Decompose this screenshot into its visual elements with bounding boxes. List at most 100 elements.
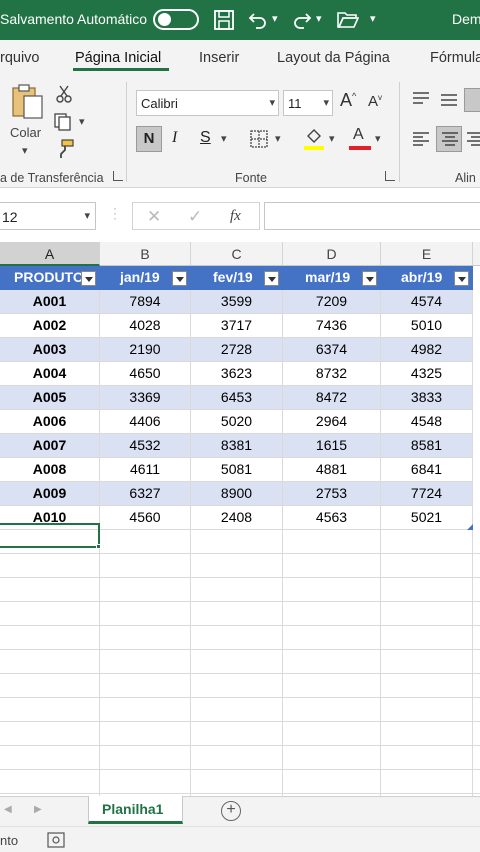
selected-cell[interactable]	[0, 523, 100, 548]
filter-dropdown-icon[interactable]	[362, 271, 377, 286]
table-cell[interactable]: 4560	[100, 506, 191, 530]
table-cell[interactable]: 4532	[100, 434, 191, 458]
table-cell[interactable]: 2190	[100, 338, 191, 362]
table-cell[interactable]: 7209	[283, 290, 381, 314]
bold-button[interactable]: N	[136, 126, 162, 152]
accessibility-icon[interactable]	[47, 832, 65, 848]
table-cell[interactable]: 5021	[381, 506, 473, 530]
column-header-e[interactable]: E	[381, 242, 473, 266]
table-cell[interactable]: 2753	[283, 482, 381, 506]
underline-button[interactable]: S	[200, 129, 211, 147]
redo-dropdown-icon[interactable]: ▾	[316, 12, 322, 25]
sheet-tab-planilha1[interactable]: Planilha1	[88, 796, 183, 824]
clipboard-launcher-icon[interactable]	[113, 171, 123, 181]
table-cell[interactable]: 3717	[191, 314, 283, 338]
font-name-select[interactable]: Calibri ▾	[136, 90, 279, 116]
underline-dropdown-icon[interactable]: ▾	[221, 132, 227, 145]
align-left-icon[interactable]	[411, 131, 431, 149]
column-header-b[interactable]: B	[100, 242, 191, 266]
paste-label[interactable]: Colar	[10, 125, 41, 140]
column-header-f[interactable]	[473, 242, 480, 266]
table-cell[interactable]: 6453	[191, 386, 283, 410]
table-cell[interactable]: A003	[0, 338, 100, 362]
column-header-c[interactable]: C	[191, 242, 283, 266]
table-cell[interactable]: 4982	[381, 338, 473, 362]
filter-dropdown-icon[interactable]	[81, 271, 96, 286]
tab-layout[interactable]: Layout da Página	[277, 50, 390, 66]
scroll-right-icon[interactable]: ▶	[34, 804, 42, 815]
tab-arquivo[interactable]: rquivo	[0, 50, 40, 66]
table-cell[interactable]: 7724	[381, 482, 473, 506]
save-icon[interactable]	[213, 9, 235, 31]
table-cell[interactable]: 8581	[381, 434, 473, 458]
table-cell[interactable]: 2728	[191, 338, 283, 362]
table-header-cell[interactable]: abr/19	[381, 266, 473, 290]
open-folder-icon[interactable]	[337, 10, 359, 30]
insert-function-icon[interactable]: fx	[230, 208, 241, 225]
increase-font-icon[interactable]: A^	[340, 90, 356, 111]
table-cell[interactable]: 4881	[283, 458, 381, 482]
align-right-icon[interactable]	[467, 131, 480, 149]
borders-icon[interactable]	[249, 129, 269, 149]
table-cell[interactable]: A005	[0, 386, 100, 410]
enter-icon[interactable]: ✓	[188, 207, 202, 227]
paste-icon[interactable]	[10, 82, 46, 122]
column-header-d[interactable]: D	[283, 242, 381, 266]
table-cell[interactable]: 8732	[283, 362, 381, 386]
table-cell[interactable]: 4563	[283, 506, 381, 530]
table-cell[interactable]: 8472	[283, 386, 381, 410]
decrease-font-icon[interactable]: Av	[368, 93, 382, 110]
cancel-icon[interactable]: ✕	[147, 207, 161, 227]
tab-pagina-inicial[interactable]: Página Inicial	[75, 50, 161, 66]
copy-dropdown-icon[interactable]: ▾	[79, 115, 85, 128]
table-cell[interactable]: 5020	[191, 410, 283, 434]
table-cell[interactable]: 8900	[191, 482, 283, 506]
font-launcher-icon[interactable]	[385, 171, 395, 181]
table-cell[interactable]: 4650	[100, 362, 191, 386]
table-cell[interactable]: 4406	[100, 410, 191, 434]
table-cell[interactable]: A008	[0, 458, 100, 482]
fill-color-icon[interactable]	[303, 126, 325, 152]
paste-dropdown-icon[interactable]: ▾	[22, 144, 28, 157]
font-color-dropdown-icon[interactable]: ▾	[375, 132, 381, 145]
filter-dropdown-icon[interactable]	[264, 271, 279, 286]
table-cell[interactable]: 6327	[100, 482, 191, 506]
table-cell[interactable]: A007	[0, 434, 100, 458]
tab-formulas[interactable]: Fórmula	[430, 50, 480, 66]
table-header-cell[interactable]: jan/19	[100, 266, 191, 290]
table-cell[interactable]: 2964	[283, 410, 381, 434]
table-cell[interactable]: A006	[0, 410, 100, 434]
table-cell[interactable]: 5010	[381, 314, 473, 338]
table-cell[interactable]: 8381	[191, 434, 283, 458]
filter-dropdown-icon[interactable]	[172, 271, 187, 286]
font-size-select[interactable]: 11 ▾	[283, 90, 333, 116]
table-cell[interactable]: 7894	[100, 290, 191, 314]
scroll-left-icon[interactable]: ◀	[4, 804, 12, 815]
table-cell[interactable]: 4574	[381, 290, 473, 314]
copy-icon[interactable]	[53, 112, 73, 132]
table-cell[interactable]: 4325	[381, 362, 473, 386]
redo-icon[interactable]	[291, 9, 313, 31]
italic-button[interactable]: I	[172, 129, 177, 147]
worksheet-grid[interactable]: A B C D E PRODUTO jan/19 fev/19 mar/19 a…	[0, 242, 480, 796]
table-cell[interactable]: 3599	[191, 290, 283, 314]
table-cell[interactable]: 4548	[381, 410, 473, 434]
table-cell[interactable]: 3833	[381, 386, 473, 410]
undo-dropdown-icon[interactable]: ▾	[272, 12, 278, 25]
autosave-toggle[interactable]	[153, 9, 199, 30]
align-top-icon[interactable]	[411, 90, 431, 108]
formula-input[interactable]	[264, 202, 480, 230]
cut-icon[interactable]	[55, 84, 73, 104]
table-cell[interactable]: 3369	[100, 386, 191, 410]
format-painter-icon[interactable]	[55, 139, 75, 159]
table-cell[interactable]: 2408	[191, 506, 283, 530]
table-cell[interactable]: 4611	[100, 458, 191, 482]
add-sheet-icon[interactable]: +	[221, 801, 241, 821]
table-cell[interactable]: 6841	[381, 458, 473, 482]
table-cell[interactable]: 7436	[283, 314, 381, 338]
table-cell[interactable]: A004	[0, 362, 100, 386]
fill-handle[interactable]	[96, 544, 101, 549]
table-header-cell[interactable]: fev/19	[191, 266, 283, 290]
align-center-button[interactable]	[436, 126, 462, 152]
filter-dropdown-icon[interactable]	[454, 271, 469, 286]
